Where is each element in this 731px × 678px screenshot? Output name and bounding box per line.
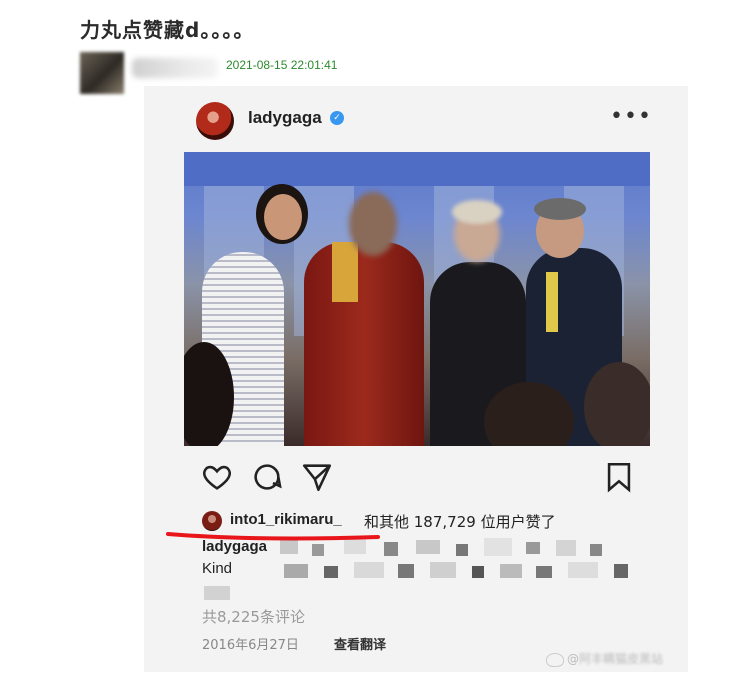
- ig-post-photo: [184, 152, 650, 446]
- ig-action-bar: [200, 460, 640, 494]
- post-title: 力丸点赞藏d。。。。: [80, 18, 255, 42]
- see-translation-link[interactable]: 查看翻译: [334, 634, 386, 653]
- author-name-blurred[interactable]: [132, 58, 218, 78]
- caption-text-start: Kind: [202, 560, 233, 577]
- author-avatar-blurred[interactable]: [80, 52, 124, 94]
- more-dots-icon: •••: [610, 104, 652, 129]
- watermark-prefix: @: [567, 652, 579, 666]
- post-timestamp: 2021-08-15 22:01:41: [226, 58, 338, 72]
- liker-username[interactable]: into1_rikimaru_: [230, 511, 342, 528]
- weibo-logo-icon: [546, 652, 564, 667]
- comment-icon[interactable]: [250, 460, 284, 494]
- post-date: 2016年6月27日: [202, 638, 299, 653]
- verified-badge-icon: ✓: [330, 111, 344, 125]
- likes-count-text[interactable]: 和其他 187,729 位用户赞了: [364, 511, 556, 532]
- bookmark-icon[interactable]: [602, 460, 636, 494]
- instagram-screenshot[interactable]: ladygaga ✓ ••• into1_rikimaru_ 和其他 187,7…: [144, 86, 688, 672]
- watermark-text: 阿丰瞒猫皮黑站: [579, 652, 664, 666]
- heart-icon[interactable]: [200, 460, 234, 494]
- share-icon[interactable]: [300, 460, 334, 494]
- comments-count[interactable]: 共8,225条评论: [202, 606, 305, 627]
- ig-profile-avatar: [196, 102, 234, 140]
- highlight-underline: [166, 532, 380, 541]
- ig-username: ladygaga: [248, 108, 322, 127]
- weibo-watermark: @阿丰瞒猫皮黑站: [546, 650, 663, 667]
